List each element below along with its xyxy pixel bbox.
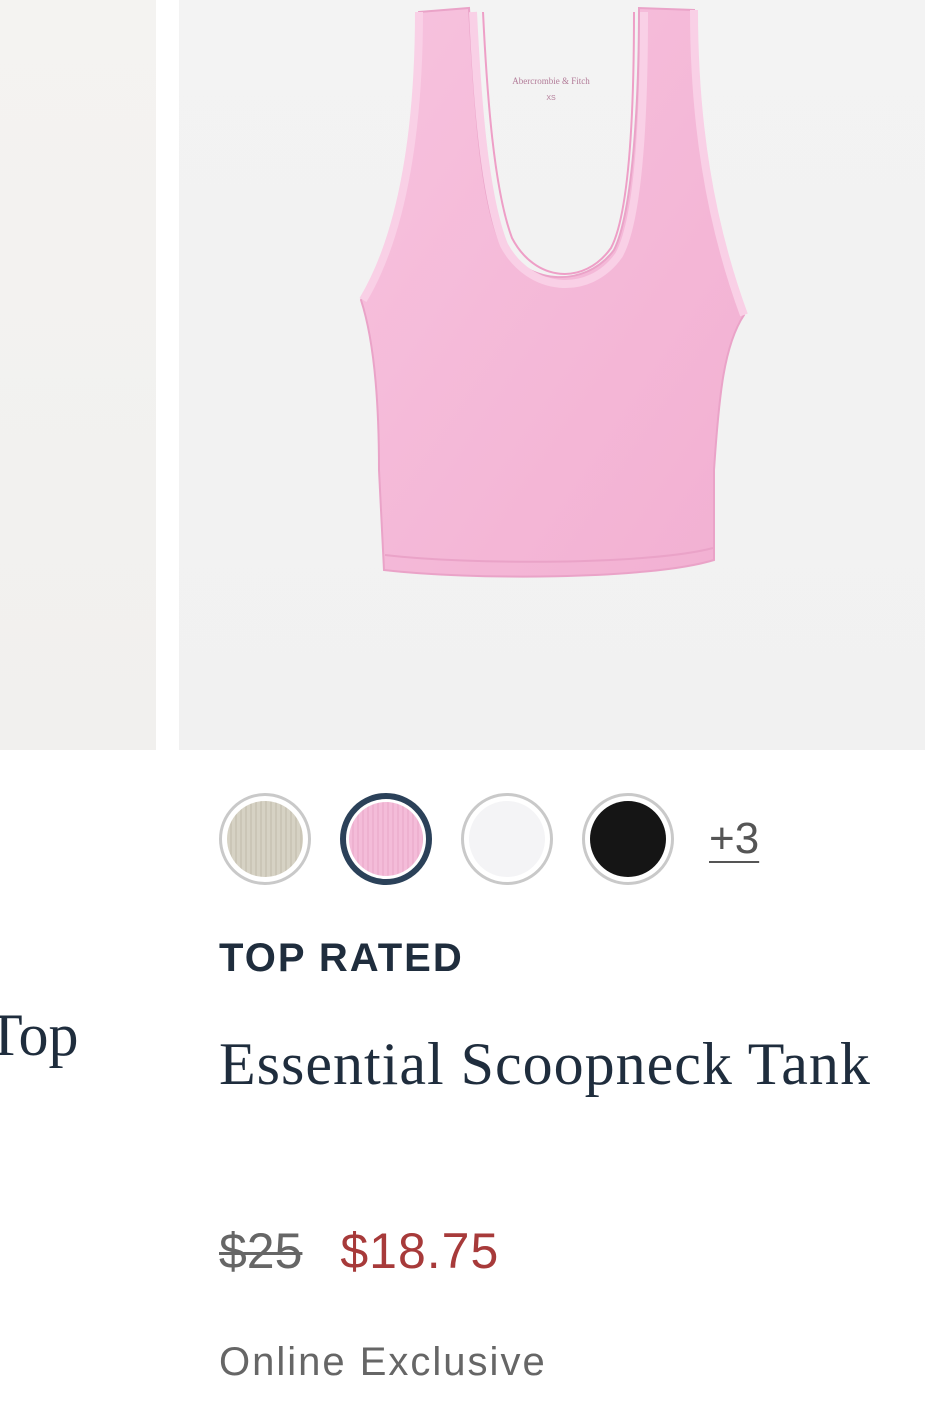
previous-product-image[interactable]	[0, 0, 156, 750]
swatch-beige-fill	[227, 801, 303, 877]
swatch-black[interactable]	[582, 793, 674, 885]
color-swatches: +3	[219, 789, 759, 889]
top-rated-badge: TOP RATED	[219, 936, 464, 980]
swatch-black-fill	[590, 801, 666, 877]
product-title[interactable]: Essential Scoopneck Tank	[219, 1029, 899, 1099]
swatch-beige[interactable]	[219, 793, 311, 885]
swatch-pink[interactable]	[340, 793, 432, 885]
more-colors-link[interactable]: +3	[709, 814, 759, 864]
price-block: $25 $18.75	[219, 1222, 499, 1280]
garment-label-size: XS	[546, 95, 556, 102]
swatch-white-fill	[469, 801, 545, 877]
tank-top-illustration: Abercrombie & Fitch XS	[359, 6, 748, 578]
sale-price: $18.75	[340, 1223, 500, 1279]
online-exclusive-label: Online Exclusive	[219, 1340, 547, 1384]
previous-product-title[interactable]: Top	[0, 995, 78, 1075]
swatch-white[interactable]	[461, 793, 553, 885]
product-image[interactable]: Abercrombie & Fitch XS	[179, 0, 925, 750]
garment-label-brand: Abercrombie & Fitch	[512, 76, 590, 86]
original-price: $25	[219, 1223, 303, 1279]
swatch-pink-fill	[349, 802, 423, 876]
